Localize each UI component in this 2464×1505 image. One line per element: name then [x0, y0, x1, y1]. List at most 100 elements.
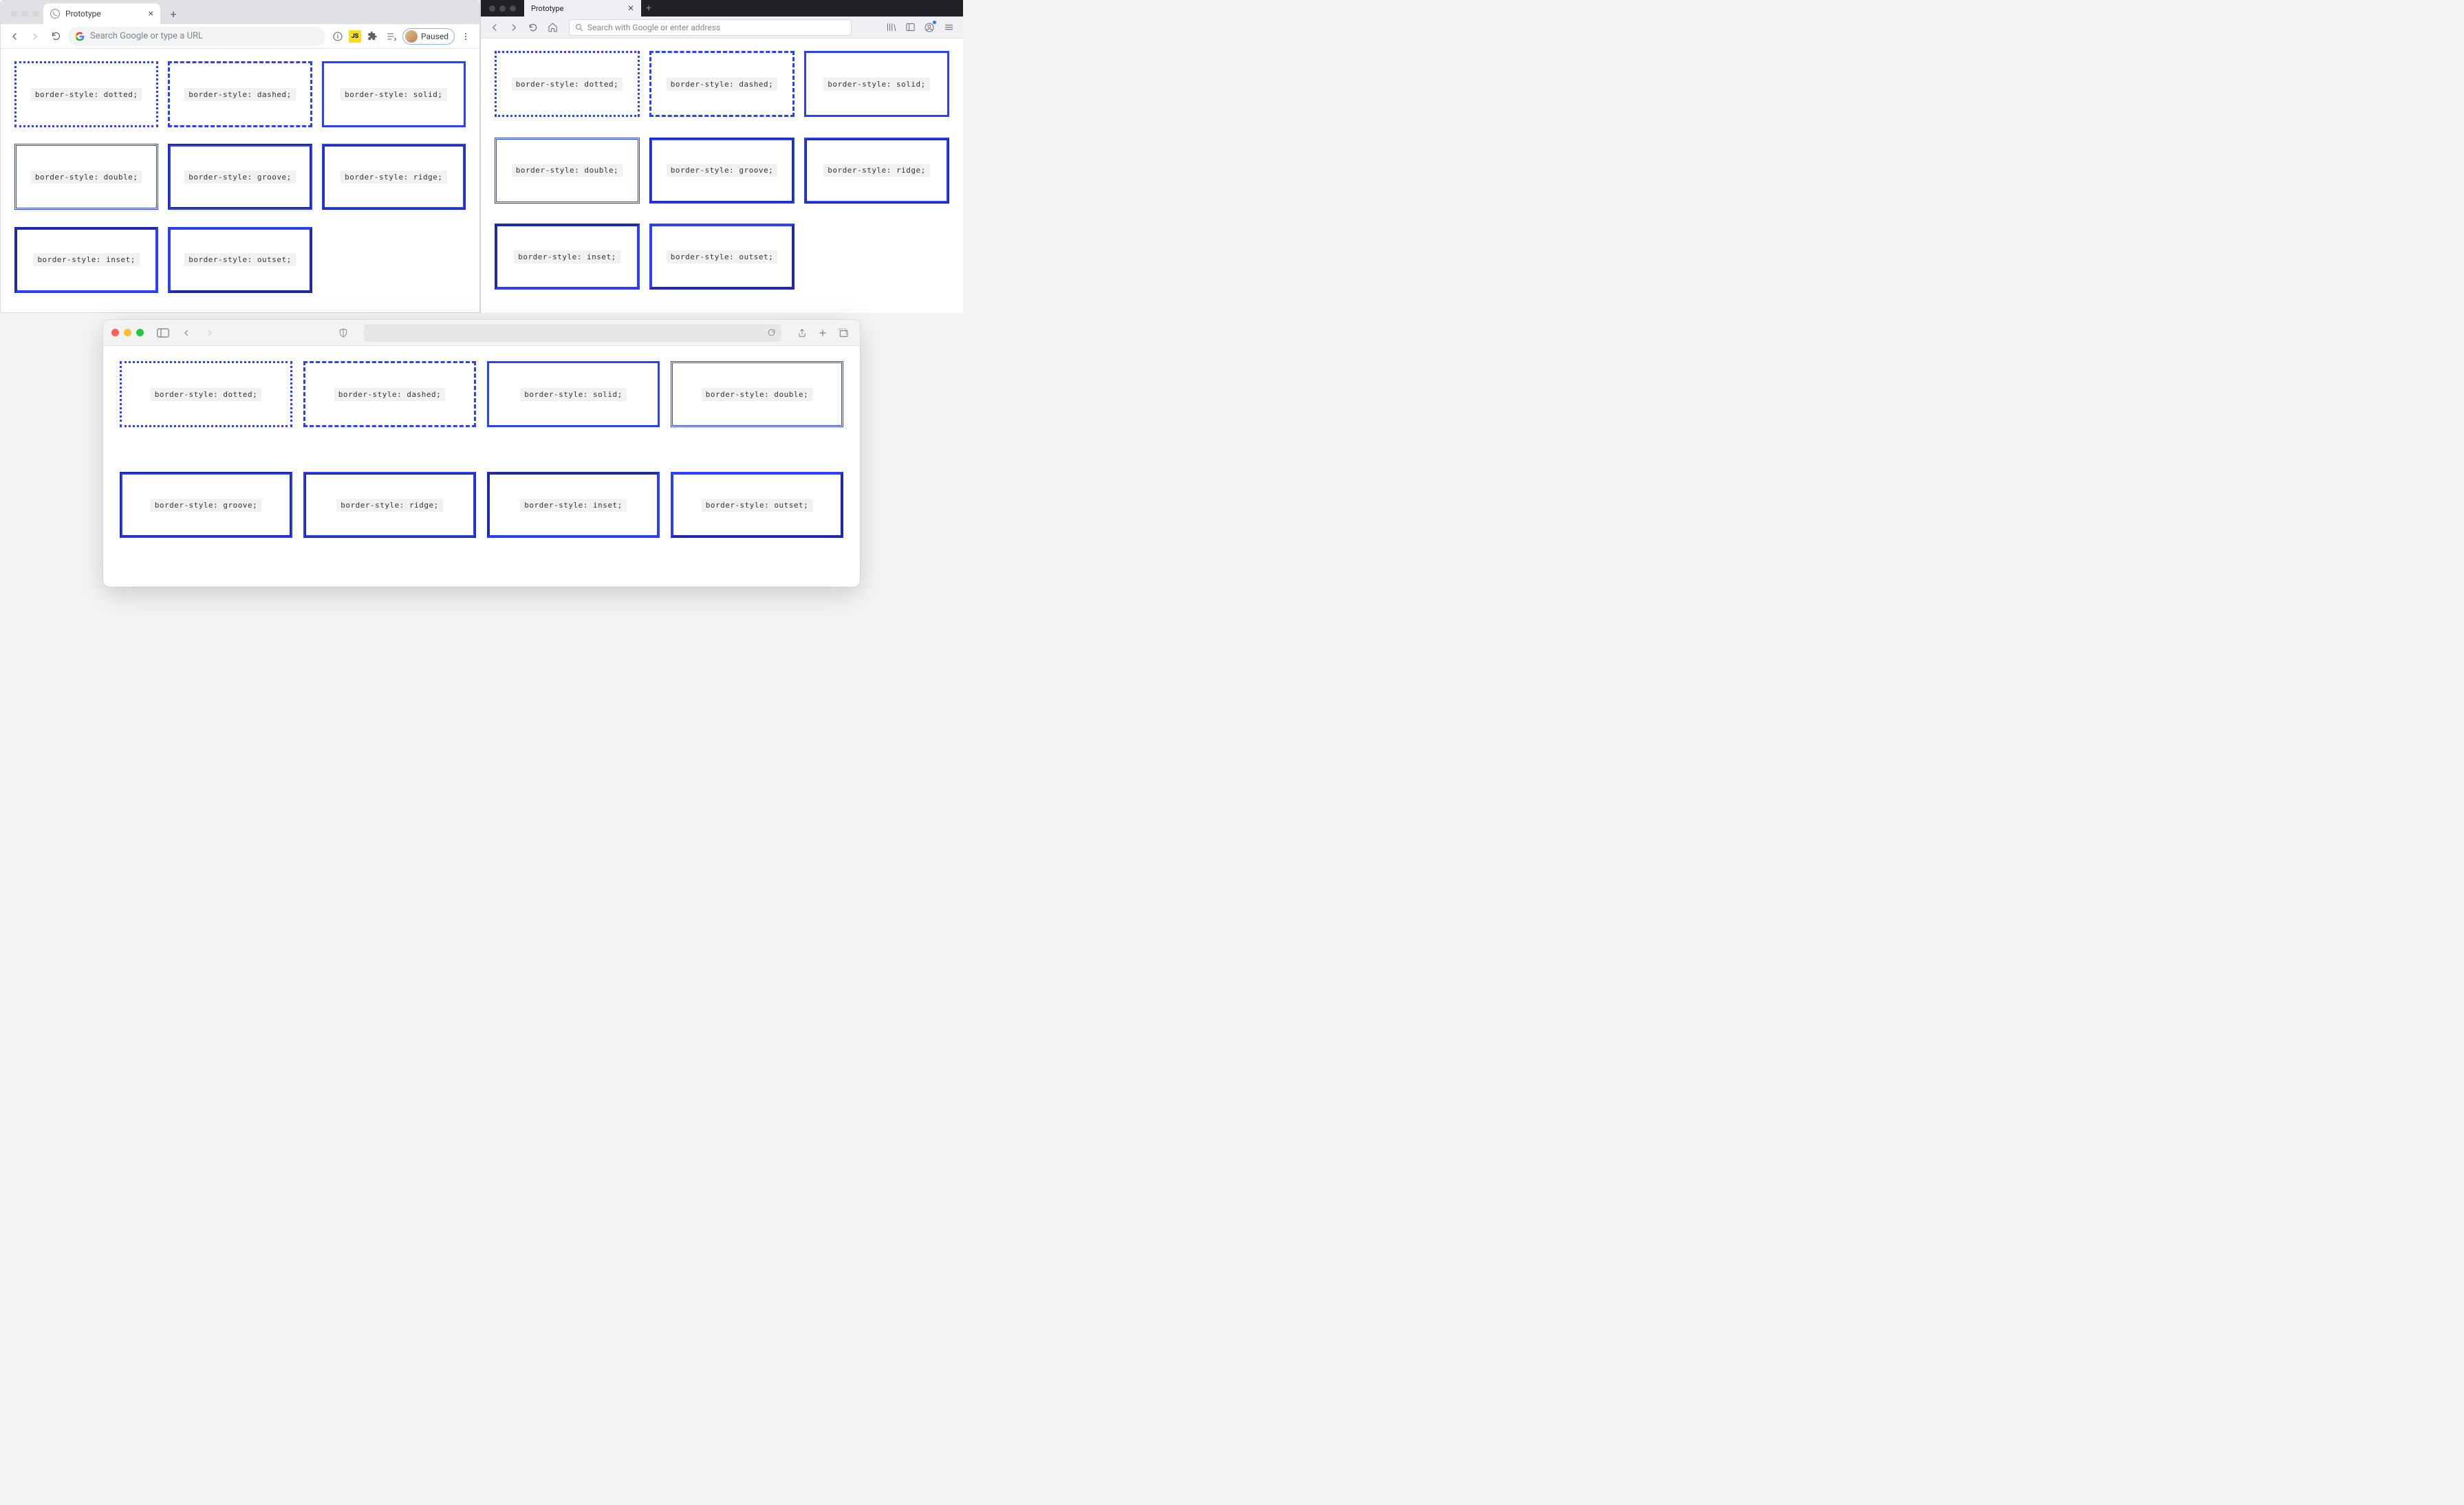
privacy-shield-icon[interactable]	[335, 325, 352, 341]
kebab-menu-icon[interactable]	[457, 28, 474, 45]
reading-list-icon[interactable]	[383, 28, 400, 45]
omnibox[interactable]: Search Google or type a URL	[68, 27, 325, 46]
tab-overview-icon[interactable]	[835, 325, 852, 341]
border-label: border-style: dashed;	[667, 78, 778, 91]
border-demo-dotted: border-style: dotted;	[495, 51, 640, 117]
border-label: border-style: double;	[702, 388, 813, 401]
new-tab-icon[interactable]	[814, 325, 831, 341]
firefox-tab-strip: Prototype ✕ +	[481, 0, 963, 17]
close-tab-icon[interactable]: ✕	[627, 3, 634, 13]
back-button[interactable]	[178, 325, 195, 341]
border-demo-inset: border-style: inset;	[495, 224, 640, 290]
library-icon[interactable]	[882, 19, 900, 36]
home-button[interactable]	[544, 19, 561, 36]
browser-tab-active[interactable]: Prototype ✕	[524, 0, 641, 17]
border-label: border-style: dashed;	[334, 388, 446, 401]
traffic-light-minimize[interactable]	[21, 10, 28, 17]
traffic-light-minimize[interactable]	[499, 6, 506, 12]
close-tab-icon[interactable]: ×	[149, 8, 153, 19]
share-icon[interactable]	[794, 325, 810, 341]
border-demo-dashed: border-style: dashed;	[168, 61, 312, 127]
border-label: border-style: double;	[512, 164, 623, 177]
search-icon	[575, 23, 583, 32]
tab-title: Prototype	[531, 4, 563, 13]
border-demo-solid: border-style: solid;	[322, 61, 466, 127]
border-label: border-style: groove;	[184, 171, 296, 184]
forward-button[interactable]	[202, 325, 218, 341]
page-info-icon[interactable]	[329, 28, 346, 45]
safari-urlbar[interactable]	[364, 324, 781, 342]
border-label: border-style: dotted;	[512, 78, 623, 91]
border-demo-groove: border-style: groove;	[120, 472, 292, 538]
safari-toolbar-right	[794, 325, 852, 341]
border-label: border-style: ridge;	[823, 164, 929, 177]
firefox-urlbar[interactable]: Search with Google or enter address	[569, 19, 852, 36]
border-label: border-style: solid;	[520, 388, 626, 401]
border-label: border-style: ridge;	[341, 171, 446, 184]
border-demo-dotted: border-style: dotted;	[14, 61, 158, 127]
traffic-light-close[interactable]	[10, 10, 17, 17]
forward-button[interactable]	[506, 19, 522, 36]
border-demo-inset: border-style: inset;	[487, 472, 660, 538]
border-demo-outset: border-style: outset;	[671, 472, 843, 538]
border-demo-ridge: border-style: ridge;	[804, 138, 949, 204]
extensions-icon[interactable]	[364, 28, 380, 45]
border-label: border-style: outset;	[702, 499, 813, 512]
safari-page-content: border-style: dotted; border-style: dashe…	[103, 346, 860, 587]
omnibox-placeholder: Search Google or type a URL	[90, 31, 203, 41]
border-label: border-style: ridge;	[336, 499, 442, 512]
reload-button[interactable]	[47, 28, 64, 45]
traffic-light-zoom[interactable]	[510, 6, 516, 12]
border-label: border-style: outset;	[184, 253, 296, 266]
chrome-tab-strip: Prototype × +	[1, 1, 479, 24]
border-label: border-style: inset;	[520, 499, 626, 512]
border-label: border-style: groove;	[151, 499, 262, 512]
new-tab-button[interactable]: +	[164, 5, 182, 23]
chrome-page-content: border-style: dotted; border-style: dashe…	[1, 49, 479, 312]
border-label: border-style: solid;	[341, 88, 446, 101]
back-button[interactable]	[486, 19, 503, 36]
traffic-light-close[interactable]	[489, 6, 495, 12]
tab-title: Prototype	[65, 9, 101, 19]
border-demo-dashed: border-style: dashed;	[649, 51, 795, 117]
firefox-toolbar-right	[882, 19, 958, 36]
profile-chip[interactable]: Paused	[402, 28, 455, 45]
border-demo-double: border-style: double;	[14, 144, 158, 210]
sidebar-toggle-icon[interactable]	[155, 325, 171, 341]
traffic-light-zoom[interactable]	[136, 329, 144, 336]
forward-button[interactable]	[27, 28, 43, 45]
border-demo-dotted: border-style: dotted;	[120, 361, 292, 427]
border-label: border-style: inset;	[33, 253, 139, 266]
traffic-light-close[interactable]	[111, 329, 119, 336]
traffic-light-minimize[interactable]	[124, 329, 131, 336]
reload-button[interactable]	[525, 19, 541, 36]
traffic-light-zoom[interactable]	[32, 10, 39, 17]
safari-browser-window: border-style: dotted; border-style: dashe…	[103, 320, 860, 587]
border-demo-outset: border-style: outset;	[649, 224, 795, 290]
border-demo-outset: border-style: outset;	[168, 227, 312, 293]
new-tab-button[interactable]: +	[641, 3, 656, 14]
firefox-toolbar: Search with Google or enter address	[481, 17, 963, 39]
reload-icon[interactable]	[767, 328, 776, 337]
chrome-toolbar: Search Google or type a URL JS Paused	[1, 24, 479, 49]
border-label: border-style: dotted;	[31, 88, 142, 101]
avatar-icon	[405, 30, 418, 43]
border-demo-inset: border-style: inset;	[14, 227, 158, 293]
javascript-extension-icon[interactable]: JS	[349, 30, 361, 43]
border-demo-groove: border-style: groove;	[649, 138, 795, 204]
hamburger-menu-icon[interactable]	[940, 19, 958, 36]
firefox-browser-window: Prototype ✕ + Search with Google or ente…	[480, 0, 963, 313]
border-label: border-style: outset;	[667, 250, 778, 263]
google-icon	[75, 32, 85, 41]
border-demo-dashed: border-style: dashed;	[303, 361, 476, 427]
border-demo-solid: border-style: solid;	[804, 51, 949, 117]
account-icon[interactable]	[920, 19, 938, 36]
border-demo-double: border-style: double;	[495, 138, 640, 204]
back-button[interactable]	[6, 28, 23, 45]
browser-tab-active[interactable]: Prototype ×	[43, 3, 160, 24]
border-demo-solid: border-style: solid;	[487, 361, 660, 427]
border-label: border-style: solid;	[823, 78, 929, 91]
window-controls	[111, 329, 144, 336]
firefox-page-content: border-style: dotted; border-style: dashe…	[481, 39, 963, 313]
sidebar-icon[interactable]	[901, 19, 919, 36]
